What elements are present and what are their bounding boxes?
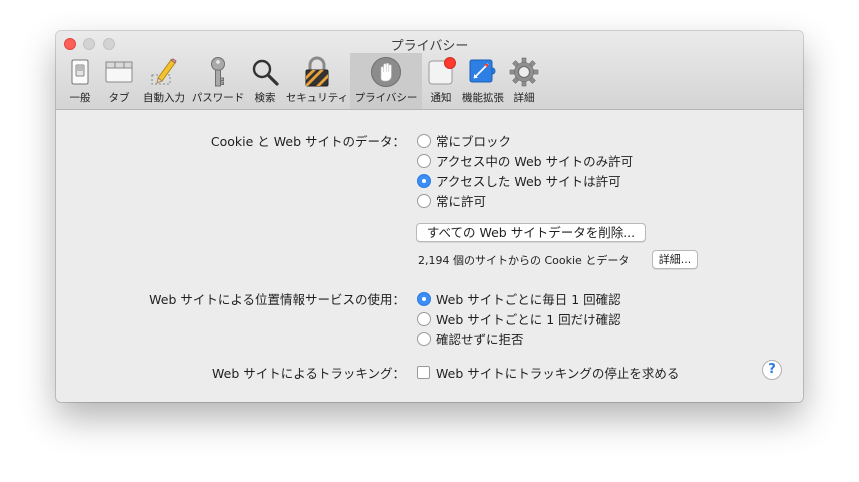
tab-advanced-label: 詳細 xyxy=(513,92,535,104)
cookie-count-text: 2,194 個のサイトからの Cookie とデータ xyxy=(418,254,630,267)
padlock-icon xyxy=(301,56,333,88)
gear-icon xyxy=(508,56,540,88)
radio-button-selected[interactable] xyxy=(417,173,431,188)
radio-button[interactable] xyxy=(417,133,431,148)
tab-passwords[interactable]: パスワード xyxy=(190,53,246,109)
tab-autofill[interactable]: 自動入力 xyxy=(138,53,190,109)
tab-passwords-label: パスワード xyxy=(191,92,245,104)
privacy-pane: Cookie と Web サイトのデータ： 常にブロック アクセス中の Web … xyxy=(56,110,803,402)
option-label: 常に許可 xyxy=(436,194,487,209)
checkbox-label: Web サイトにトラッキングの停止を求める xyxy=(436,366,680,381)
tab-security[interactable]: セキュリティ xyxy=(284,53,350,109)
window-title: プライバシー xyxy=(390,39,469,54)
tab-security-label: セキュリティ xyxy=(285,92,349,104)
location-option-once[interactable]: Web サイトごとに 1 回だけ確認 xyxy=(417,309,621,328)
general-switch-icon xyxy=(64,56,96,88)
do-not-track-checkbox[interactable] xyxy=(417,366,430,379)
key-icon xyxy=(202,56,234,88)
radio-button[interactable] xyxy=(417,193,431,208)
remove-all-website-data-button[interactable]: すべての Web サイトデータを削除... xyxy=(416,223,646,242)
help-button[interactable]: ? xyxy=(762,360,782,380)
cookies-option-block[interactable]: 常にブロック xyxy=(417,131,511,150)
tab-notifications[interactable]: 通知 xyxy=(422,53,460,109)
radio-button[interactable] xyxy=(417,153,431,168)
do-not-track-option[interactable]: Web サイトにトラッキングの停止を求める xyxy=(417,363,679,382)
preferences-toolbar: 一般 タブ 自動入力 パスワード 検索 セキュリティ プライバシー 通知 機能拡… xyxy=(60,53,542,109)
option-label: Web サイトごとに毎日 1 回確認 xyxy=(436,292,621,307)
notification-badge-icon xyxy=(425,56,457,88)
tab-extensions[interactable]: 機能拡張 xyxy=(460,53,506,109)
tab-tabs[interactable]: タブ xyxy=(100,53,138,109)
search-icon xyxy=(249,56,281,88)
option-label: Web サイトごとに 1 回だけ確認 xyxy=(436,312,621,327)
option-label: アクセス中の Web サイトのみ許可 xyxy=(436,154,634,169)
tab-general-label: 一般 xyxy=(69,92,91,104)
tab-search-label: 検索 xyxy=(254,92,276,104)
tab-privacy[interactable]: プライバシー xyxy=(350,53,422,109)
location-option-daily[interactable]: Web サイトごとに毎日 1 回確認 xyxy=(417,289,621,308)
radio-button[interactable] xyxy=(417,331,431,346)
option-label: 確認せずに拒否 xyxy=(436,332,524,347)
cookie-details-button[interactable]: 詳細... xyxy=(652,250,698,269)
tab-general[interactable]: 一般 xyxy=(60,53,100,109)
cookies-label: Cookie と Web サイトのデータ： xyxy=(210,134,405,149)
extensions-puzzle-icon xyxy=(467,56,499,88)
tab-autofill-label: 自動入力 xyxy=(143,92,185,104)
tab-advanced[interactable]: 詳細 xyxy=(506,53,542,109)
tracking-label: Web サイトによるトラッキング： xyxy=(212,366,405,381)
cookies-option-visited[interactable]: アクセスした Web サイトは許可 xyxy=(417,171,621,190)
titlebar: プライバシー 一般 タブ 自動入力 パスワード 検索 セキュリティ プライバシー… xyxy=(56,31,803,110)
tab-privacy-label: プライバシー xyxy=(354,92,418,104)
hand-icon xyxy=(370,56,402,88)
preferences-window: プライバシー 一般 タブ 自動入力 パスワード 検索 セキュリティ プライバシー… xyxy=(56,31,803,402)
option-label: アクセスした Web サイトは許可 xyxy=(436,174,621,189)
cookies-option-always[interactable]: 常に許可 xyxy=(417,191,486,210)
location-label: Web サイトによる位置情報サービスの使用： xyxy=(149,292,405,307)
tab-tabs-label: タブ xyxy=(108,92,130,104)
location-option-deny[interactable]: 確認せずに拒否 xyxy=(417,329,524,348)
radio-button[interactable] xyxy=(417,311,431,326)
option-label: 常にブロック xyxy=(436,134,512,149)
radio-button-selected[interactable] xyxy=(417,291,431,306)
autofill-pencil-icon xyxy=(148,56,180,88)
cookies-option-current-site[interactable]: アクセス中の Web サイトのみ許可 xyxy=(417,151,633,170)
tab-extensions-label: 機能拡張 xyxy=(462,92,504,104)
tab-notifications-label: 通知 xyxy=(430,92,452,104)
tabs-icon xyxy=(103,56,135,88)
tab-search[interactable]: 検索 xyxy=(246,53,284,109)
